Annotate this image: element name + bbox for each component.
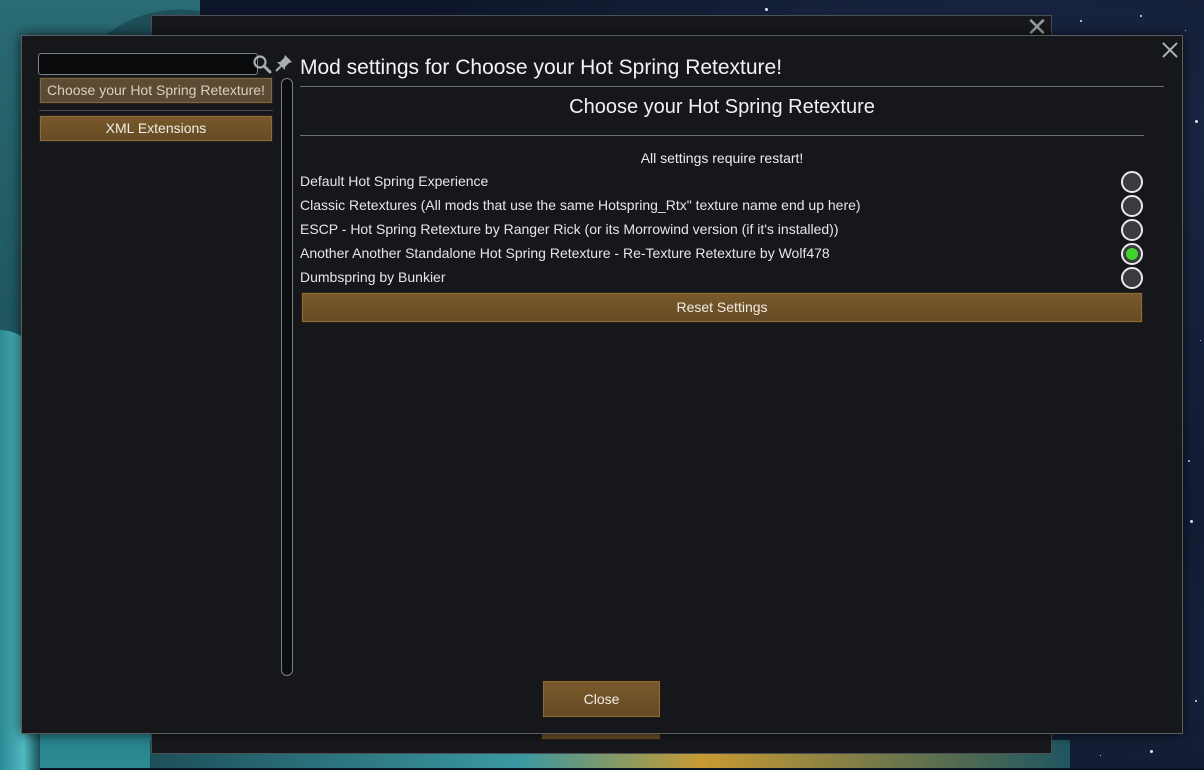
heading-divider [300,135,1144,136]
restart-note: All settings require restart! [640,150,804,166]
star [1140,15,1142,17]
star [1185,30,1186,31]
option-label: Default Hot Spring Experience [300,173,489,189]
settings-heading: Choose your Hot Spring Retexture [569,96,875,118]
star [1080,20,1082,22]
pin-icon[interactable] [274,53,294,73]
radio-button[interactable] [1121,243,1143,265]
option-label: ESCP - Hot Spring Retexture by Ranger Ri… [300,221,839,237]
search-icon[interactable] [252,54,272,74]
star [1100,755,1101,756]
sidebar-scrollbar[interactable] [281,78,293,676]
title-divider [300,86,1164,87]
close-button[interactable]: Close [542,680,661,718]
star [1195,700,1197,702]
star [765,8,768,11]
close-icon[interactable] [1158,38,1182,62]
star [1190,520,1193,523]
star [1188,460,1190,462]
option-label: Another Another Standalone Hot Spring Re… [300,245,830,261]
option-row-standalone[interactable]: Another Another Standalone Hot Spring Re… [300,242,1144,266]
option-label: Classic Retextures (All mods that use th… [300,197,861,213]
option-row-dumbspring[interactable]: Dumbspring by Bunkier [300,266,1144,290]
sidebar-divider [39,110,273,111]
reset-settings-button[interactable]: Reset Settings [301,292,1143,323]
option-row-classic[interactable]: Classic Retextures (All mods that use th… [300,194,1144,218]
mod-settings-dialog: Choose your Hot Spring Retexture! XML Ex… [21,35,1183,734]
search-input[interactable] [38,53,258,75]
star [1200,340,1201,341]
radio-button[interactable] [1121,171,1143,193]
star [1150,750,1153,753]
option-row-default[interactable]: Default Hot Spring Experience [300,170,1144,194]
option-label: Dumbspring by Bunkier [300,269,446,285]
radio-button[interactable] [1121,219,1143,241]
radio-button[interactable] [1121,267,1143,289]
radio-button[interactable] [1121,195,1143,217]
dialog-title: Mod settings for Choose your Hot Spring … [300,56,783,79]
option-row-escp[interactable]: ESCP - Hot Spring Retexture by Ranger Ri… [300,218,1144,242]
star [1195,120,1198,123]
mod-list-item-hot-spring[interactable]: Choose your Hot Spring Retexture! [39,77,273,104]
mod-list-item-xml-extensions[interactable]: XML Extensions [39,115,273,142]
